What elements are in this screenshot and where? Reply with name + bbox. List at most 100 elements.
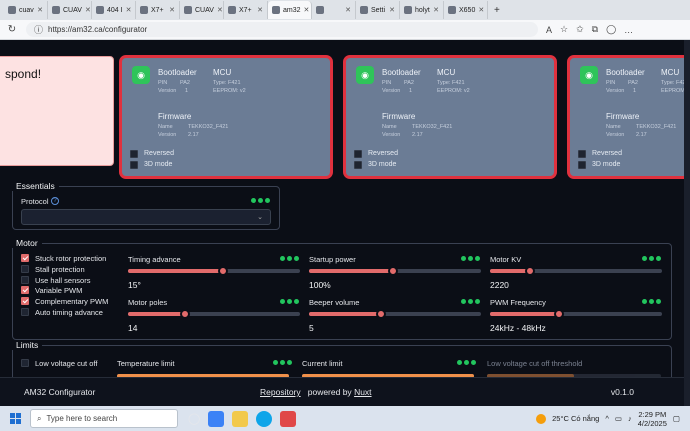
eeprom-version: EEPROM: v2 — [437, 88, 470, 94]
slider-track[interactable] — [490, 266, 662, 276]
motor-option-checkbox[interactable] — [21, 286, 29, 295]
url-field[interactable]: ⓘ https://am32.ca/configurator — [26, 22, 538, 37]
notifications-icon[interactable]: ▢ — [673, 414, 680, 423]
close-tab-icon[interactable]: ✕ — [126, 6, 132, 14]
close-tab-icon[interactable]: ✕ — [389, 6, 395, 14]
profile-icon[interactable]: ◯ — [606, 24, 616, 35]
start-button[interactable] — [0, 406, 30, 431]
browser-tab[interactable]: X7+ ✕ — [136, 1, 180, 19]
slider-track[interactable] — [309, 309, 481, 319]
low-voltage-checkbox[interactable] — [21, 359, 29, 367]
more-icon[interactable]: … — [624, 25, 633, 35]
esc-logo-icon: ◉ — [356, 66, 374, 84]
slider-track[interactable] — [490, 309, 662, 319]
favorite-star-icon[interactable]: ☆ — [560, 24, 568, 35]
browser-tab[interactable]: Setti ✕ — [356, 1, 400, 19]
slider-track[interactable] — [309, 266, 481, 276]
help-icon[interactable]: ? — [51, 197, 59, 205]
close-tab-icon[interactable]: ✕ — [85, 6, 91, 14]
motor-option-checkbox[interactable] — [21, 254, 29, 262]
tab-favicon-icon — [228, 6, 236, 14]
close-tab-icon[interactable]: ✕ — [345, 6, 351, 14]
volume-icon[interactable]: ♪ — [628, 414, 632, 423]
browser-tab[interactable]: ✕ — [312, 1, 356, 19]
slider-handle[interactable] — [217, 266, 228, 276]
motor-option-checkbox[interactable] — [21, 264, 29, 273]
slider-handle[interactable] — [388, 266, 399, 276]
browser-tab[interactable]: holyt ✕ — [400, 1, 444, 19]
network-icon[interactable]: ▭ — [615, 414, 622, 423]
browser-tab[interactable]: 404 I ✕ — [92, 1, 136, 19]
slider-track[interactable] — [128, 266, 300, 276]
reversed-checkbox[interactable] — [354, 150, 362, 158]
browser-tab[interactable]: X7+ ✕ — [224, 1, 268, 19]
close-tab-icon[interactable]: ✕ — [217, 6, 223, 14]
3d-mode-checkbox[interactable] — [130, 161, 138, 169]
slider-handle[interactable] — [553, 309, 564, 319]
error-notice: spond! — [0, 56, 114, 166]
slider-handle[interactable] — [524, 266, 535, 276]
browser-tab-active[interactable]: am32 ✕ — [268, 1, 312, 19]
status-dots — [461, 299, 480, 304]
motor-option-checkbox[interactable] — [21, 275, 29, 284]
close-tab-icon[interactable]: ✕ — [478, 6, 484, 14]
refresh-icon[interactable]: ↻ — [6, 24, 18, 35]
slider-track[interactable] — [128, 309, 300, 319]
browser-tab[interactable]: CUAV ✕ — [48, 1, 92, 19]
weather-text[interactable]: 25°C Có nắng — [552, 414, 599, 423]
3d-mode-checkbox[interactable] — [578, 161, 586, 169]
browser-tab[interactable]: CUAV ✕ — [180, 1, 224, 19]
fw-name-value: TEKKO32_F421 — [412, 124, 453, 130]
clock[interactable]: 2:29 PM 4/2/2025 — [638, 410, 667, 428]
status-dots — [642, 256, 661, 261]
site-info-icon[interactable]: ⓘ — [34, 23, 43, 36]
slider-handle[interactable] — [179, 309, 190, 319]
favorites-icon[interactable]: ✩ — [576, 24, 584, 35]
tab-favicon-icon — [316, 6, 324, 14]
new-tab-button[interactable]: + — [488, 5, 506, 16]
folder-icon[interactable] — [232, 410, 249, 427]
slider-handle[interactable] — [376, 309, 387, 319]
task-view-icon[interactable]: ◯ — [188, 412, 200, 425]
reversed-checkbox[interactable] — [578, 150, 586, 158]
browser-tab[interactable]: cuav ✕ — [4, 1, 48, 19]
close-tab-icon[interactable]: ✕ — [169, 6, 175, 14]
fw-version-value: 2.17 — [188, 132, 199, 138]
protocol-select[interactable]: ⌄ — [21, 209, 271, 225]
reversed-checkbox[interactable] — [130, 150, 138, 158]
motor-option-label: Stall protection — [35, 264, 85, 274]
motor-option-label: Stuck rotor protection — [35, 254, 107, 263]
tab-favicon-icon — [448, 6, 456, 14]
bootloader-heading: Bootloader — [158, 68, 197, 77]
motor-option-checkbox[interactable] — [21, 297, 29, 306]
slider-value: 100% — [309, 280, 331, 290]
close-tab-icon[interactable]: ✕ — [433, 6, 439, 14]
app-icon[interactable] — [280, 410, 297, 427]
taskbar-search[interactable]: ⌕ Type here to search — [30, 409, 178, 428]
edge-icon[interactable] — [256, 410, 273, 427]
nuxt-link[interactable]: Nuxt — [354, 387, 371, 397]
show-hidden-icons[interactable]: ^ — [605, 414, 609, 423]
file-explorer-icon[interactable] — [208, 410, 225, 427]
bootloader-heading: Bootloader — [606, 68, 645, 77]
motor-option-checkbox[interactable] — [21, 308, 29, 316]
repository-link[interactable]: Repository — [260, 387, 301, 397]
slider-label: Startup power — [309, 255, 356, 264]
bl-version-label: Version — [158, 88, 177, 94]
close-tab-icon[interactable]: ✕ — [304, 6, 310, 14]
close-tab-icon[interactable]: ✕ — [37, 6, 43, 14]
slider-label: PWM Frequency — [490, 298, 546, 307]
read-aloud-icon[interactable]: A — [546, 25, 552, 35]
search-icon: ⌕ — [37, 413, 42, 423]
fw-version-label: Version — [158, 132, 177, 138]
page-scrollbar[interactable] — [684, 40, 690, 406]
3d-mode-checkbox[interactable] — [354, 161, 362, 169]
collections-icon[interactable]: ⧉ — [592, 24, 598, 35]
motor-option-label: Use hall sensors — [35, 275, 91, 285]
mcu-type: Type: F421 — [437, 80, 465, 86]
slider-value: 2220 — [490, 280, 509, 290]
app-name: AM32 Configurator — [24, 387, 96, 397]
browser-tab[interactable]: X650 ✕ — [444, 1, 488, 19]
fw-name-label: Name — [158, 124, 173, 130]
close-tab-icon[interactable]: ✕ — [257, 6, 263, 14]
